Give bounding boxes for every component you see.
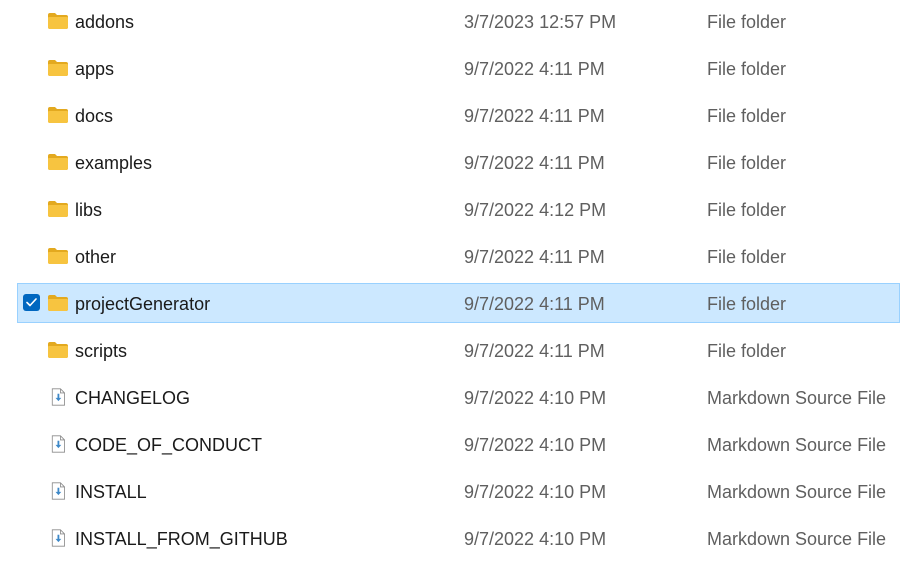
file-row-code-of-conduct[interactable]: CODE_OF_CONDUCT 9/7/2022 4:10 PM Markdow… [17, 424, 900, 464]
date-modified: 9/7/2022 4:12 PM [464, 200, 607, 220]
markdown-file-icon [47, 388, 69, 406]
file-row-apps[interactable]: apps 9/7/2022 4:11 PM File folder [17, 48, 900, 88]
date-modified: 9/7/2022 4:10 PM [464, 482, 607, 502]
file-type: File folder [707, 59, 787, 79]
file-type: Markdown Source File [707, 529, 887, 549]
folder-icon [47, 153, 69, 171]
file-type: File folder [707, 106, 787, 126]
file-row-docs[interactable]: docs 9/7/2022 4:11 PM File folder [17, 95, 900, 135]
folder-icon [47, 12, 69, 30]
file-type: Markdown Source File [707, 435, 887, 455]
file-name: projectGenerator [75, 294, 211, 314]
file-name: libs [75, 200, 103, 220]
file-name: addons [75, 12, 135, 32]
file-name: apps [75, 59, 115, 79]
date-modified: 9/7/2022 4:10 PM [464, 435, 607, 455]
folder-icon [47, 294, 69, 312]
file-name: other [75, 247, 117, 267]
file-row-changelog[interactable]: CHANGELOG 9/7/2022 4:10 PM Markdown Sour… [17, 377, 900, 417]
date-modified: 3/7/2023 12:57 PM [464, 12, 617, 32]
file-name: CHANGELOG [75, 388, 191, 408]
file-type: File folder [707, 12, 787, 32]
folder-icon [47, 341, 69, 359]
file-type: Markdown Source File [707, 388, 887, 408]
file-list: addons 3/7/2023 12:57 PM File folder app… [0, 0, 900, 570]
file-row-other[interactable]: other 9/7/2022 4:11 PM File folder [17, 236, 900, 276]
file-row-projectgenerator[interactable]: projectGenerator 9/7/2022 4:11 PM File f… [17, 283, 900, 323]
file-name: docs [75, 106, 114, 126]
markdown-file-icon [47, 435, 69, 453]
date-modified: 9/7/2022 4:10 PM [464, 388, 607, 408]
date-modified: 9/7/2022 4:11 PM [464, 294, 605, 314]
date-modified: 9/7/2022 4:11 PM [464, 247, 605, 267]
file-row-install-from-github[interactable]: INSTALL_FROM_GITHUB 9/7/2022 4:10 PM Mar… [17, 518, 900, 558]
selection-checkbox[interactable] [23, 294, 40, 311]
file-name: INSTALL_FROM_GITHUB [75, 529, 288, 549]
file-name: scripts [75, 341, 128, 361]
file-row-scripts[interactable]: scripts 9/7/2022 4:11 PM File folder [17, 330, 900, 370]
date-modified: 9/7/2022 4:11 PM [464, 106, 605, 126]
date-modified: 9/7/2022 4:11 PM [464, 153, 605, 173]
folder-icon [47, 247, 69, 265]
file-row-examples[interactable]: examples 9/7/2022 4:11 PM File folder [17, 142, 900, 182]
markdown-file-icon [47, 529, 69, 547]
file-type: File folder [707, 153, 787, 173]
file-type: File folder [707, 247, 787, 267]
file-type: File folder [707, 341, 787, 361]
file-row-libs[interactable]: libs 9/7/2022 4:12 PM File folder [17, 189, 900, 229]
file-row-install[interactable]: INSTALL 9/7/2022 4:10 PM Markdown Source… [17, 471, 900, 511]
checkmark-icon [26, 298, 37, 307]
date-modified: 9/7/2022 4:11 PM [464, 341, 605, 361]
markdown-file-icon [47, 482, 69, 500]
folder-icon [47, 59, 69, 77]
file-type: Markdown Source File [707, 482, 887, 502]
folder-icon [47, 200, 69, 218]
file-name: INSTALL [75, 482, 147, 502]
file-row-addons[interactable]: addons 3/7/2023 12:57 PM File folder [17, 1, 900, 41]
date-modified: 9/7/2022 4:11 PM [464, 59, 605, 79]
folder-icon [47, 106, 69, 124]
file-name: CODE_OF_CONDUCT [75, 435, 263, 455]
file-name: examples [75, 153, 153, 173]
file-type: File folder [707, 200, 787, 220]
date-modified: 9/7/2022 4:10 PM [464, 529, 607, 549]
file-type: File folder [707, 294, 787, 314]
